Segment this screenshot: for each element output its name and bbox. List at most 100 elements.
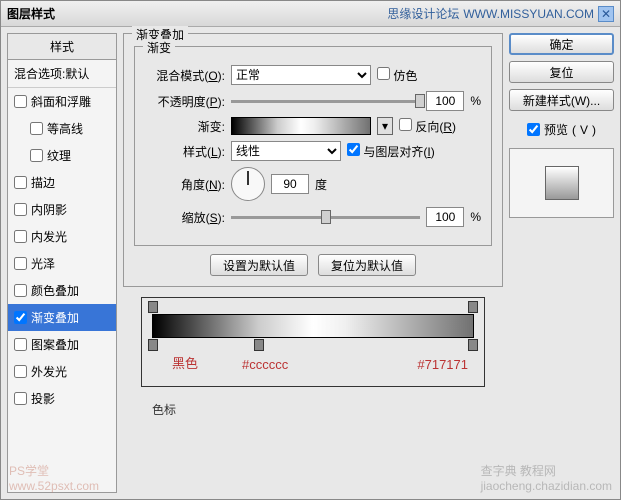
- style-item[interactable]: 渐变叠加: [8, 304, 116, 331]
- angle-input[interactable]: [271, 174, 309, 194]
- cancel-button[interactable]: 复位: [509, 61, 614, 83]
- style-item-checkbox[interactable]: [14, 95, 27, 108]
- style-item[interactable]: 纹理: [8, 142, 116, 169]
- preview-swatch: [545, 166, 579, 200]
- style-item-label: 投影: [31, 390, 55, 407]
- preview-checkbox[interactable]: 预览(V): [509, 121, 614, 138]
- style-item[interactable]: 内发光: [8, 223, 116, 250]
- defaults-row: 设置为默认值 复位为默认值: [134, 254, 492, 276]
- style-item[interactable]: 光泽: [8, 250, 116, 277]
- style-item[interactable]: 颜色叠加: [8, 277, 116, 304]
- inner-group-title: 渐变: [143, 39, 175, 56]
- style-item-checkbox[interactable]: [30, 122, 43, 135]
- gradient-row: 渐变: ▾ 反向(R): [145, 117, 481, 135]
- color-stop[interactable]: [468, 339, 478, 351]
- angle-dial[interactable]: [231, 167, 265, 201]
- blend-mode-label: 混合模式(O):: [145, 67, 225, 84]
- style-item-label: 颜色叠加: [31, 282, 79, 299]
- style-item-label: 斜面和浮雕: [31, 93, 91, 110]
- blending-options-item[interactable]: 混合选项:默认: [8, 60, 116, 88]
- angle-row: 角度(N): 度: [145, 167, 481, 201]
- style-item-label: 内阴影: [31, 201, 67, 218]
- dither-checkbox[interactable]: 仿色: [377, 67, 417, 84]
- color-swatch-label: 色标: [152, 401, 176, 418]
- preview-box: [509, 148, 614, 218]
- opacity-slider[interactable]: [231, 100, 420, 103]
- annotation-black: 黑色: [172, 353, 198, 372]
- scale-input[interactable]: [426, 207, 464, 227]
- opacity-stop[interactable]: [468, 301, 478, 313]
- style-item-label: 外发光: [31, 363, 67, 380]
- main-panel: 渐变叠加 渐变 混合模式(O): 正常 仿色 不透明度(P): %: [123, 33, 503, 493]
- scale-unit: %: [470, 210, 481, 224]
- style-item-label: 渐变叠加: [31, 309, 79, 326]
- reverse-checkbox[interactable]: 反向(R): [399, 118, 456, 135]
- make-default-button[interactable]: 设置为默认值: [210, 254, 308, 276]
- style-item-checkbox[interactable]: [14, 338, 27, 351]
- style-item[interactable]: 投影: [8, 385, 116, 412]
- styles-list: 样式 混合选项:默认 斜面和浮雕等高线纹理描边内阴影内发光光泽颜色叠加渐变叠加图…: [7, 33, 117, 493]
- gradient-swatch[interactable]: [231, 117, 371, 135]
- annotation-ccc: #cccccc: [242, 357, 288, 372]
- gradient-editor: 黑色 #cccccc #717171 色标: [141, 297, 485, 387]
- style-item[interactable]: 外发光: [8, 358, 116, 385]
- style-item-label: 光泽: [31, 255, 55, 272]
- opacity-unit: %: [470, 94, 481, 108]
- style-item-checkbox[interactable]: [14, 230, 27, 243]
- opacity-row: 不透明度(P): %: [145, 91, 481, 111]
- layer-style-dialog: 图层样式 思缘设计论坛 WWW.MISSYUAN.COM ✕ 样式 混合选项:默…: [0, 0, 621, 500]
- scale-slider[interactable]: [231, 216, 420, 219]
- style-item-checkbox[interactable]: [14, 284, 27, 297]
- close-icon[interactable]: ✕: [598, 6, 614, 22]
- styles-header: 样式: [8, 34, 116, 60]
- opacity-stop[interactable]: [148, 301, 158, 313]
- gradient-inner-group: 渐变 混合模式(O): 正常 仿色 不透明度(P): % 渐变:: [134, 46, 492, 246]
- blend-mode-row: 混合模式(O): 正常 仿色: [145, 65, 481, 85]
- new-style-button[interactable]: 新建样式(W)...: [509, 89, 614, 111]
- style-item[interactable]: 图案叠加: [8, 331, 116, 358]
- style-item[interactable]: 描边: [8, 169, 116, 196]
- style-item-checkbox[interactable]: [14, 203, 27, 216]
- style-item[interactable]: 内阴影: [8, 196, 116, 223]
- style-label: 样式(L):: [145, 143, 225, 160]
- style-item-checkbox[interactable]: [30, 149, 43, 162]
- opacity-label: 不透明度(P):: [145, 93, 225, 110]
- right-panel: 确定 复位 新建样式(W)... 预览(V): [509, 33, 614, 493]
- color-stop[interactable]: [254, 339, 264, 351]
- dialog-body: 样式 混合选项:默认 斜面和浮雕等高线纹理描边内阴影内发光光泽颜色叠加渐变叠加图…: [1, 27, 620, 499]
- style-item-label: 纹理: [47, 147, 71, 164]
- style-item-checkbox[interactable]: [14, 176, 27, 189]
- site-url: WWW.MISSYUAN.COM: [463, 7, 594, 21]
- style-item[interactable]: 斜面和浮雕: [8, 88, 116, 115]
- angle-label: 角度(N):: [145, 176, 225, 193]
- style-row: 样式(L): 线性 与图层对齐(I): [145, 141, 481, 161]
- titlebar: 图层样式 思缘设计论坛 WWW.MISSYUAN.COM ✕: [1, 1, 620, 27]
- watermark-left: PS学堂www.52psxt.com: [9, 462, 99, 493]
- site-name: 思缘设计论坛: [387, 5, 459, 22]
- style-item-checkbox[interactable]: [14, 365, 27, 378]
- reset-default-button[interactable]: 复位为默认值: [318, 254, 416, 276]
- style-item-checkbox[interactable]: [14, 257, 27, 270]
- color-stop[interactable]: [148, 339, 158, 351]
- style-item-label: 内发光: [31, 228, 67, 245]
- dialog-title: 图层样式: [7, 5, 55, 22]
- gradient-bar[interactable]: [152, 314, 474, 338]
- scale-label: 缩放(S):: [145, 209, 225, 226]
- blend-mode-select[interactable]: 正常: [231, 65, 371, 85]
- titlebar-right: 思缘设计论坛 WWW.MISSYUAN.COM ✕: [387, 5, 614, 22]
- style-item-label: 描边: [31, 174, 55, 191]
- align-checkbox[interactable]: 与图层对齐(I): [347, 143, 435, 160]
- gradient-overlay-group: 渐变叠加 渐变 混合模式(O): 正常 仿色 不透明度(P): %: [123, 33, 503, 287]
- style-item-label: 等高线: [47, 120, 83, 137]
- gradient-label: 渐变:: [145, 118, 225, 135]
- ok-button[interactable]: 确定: [509, 33, 614, 55]
- scale-row: 缩放(S): %: [145, 207, 481, 227]
- style-item-checkbox[interactable]: [14, 311, 27, 324]
- style-item[interactable]: 等高线: [8, 115, 116, 142]
- opacity-input[interactable]: [426, 91, 464, 111]
- style-select[interactable]: 线性: [231, 141, 341, 161]
- annotation-717171: #717171: [417, 357, 468, 372]
- style-item-checkbox[interactable]: [14, 392, 27, 405]
- gradient-dropdown-icon[interactable]: ▾: [377, 117, 393, 135]
- watermark-right: 查字典 教程网jiaocheng.chazidian.com: [481, 462, 612, 493]
